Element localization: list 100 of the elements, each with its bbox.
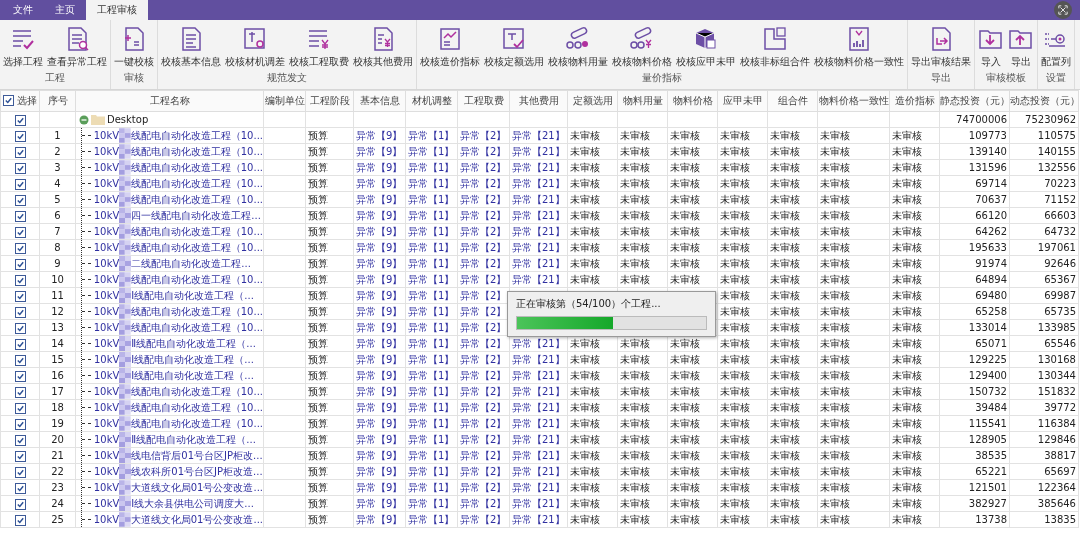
checkbox[interactable] bbox=[14, 418, 26, 430]
column-header[interactable]: 工程阶段 bbox=[305, 90, 354, 112]
checkbox[interactable] bbox=[14, 466, 26, 478]
ribbon-tab[interactable]: 主页 bbox=[44, 0, 86, 20]
table-cell[interactable]: 异常【2】 bbox=[457, 207, 510, 224]
checkbox[interactable] bbox=[14, 242, 26, 254]
table-cell[interactable]: Ⅱ线配电自动化改造工程（... bbox=[131, 432, 256, 447]
table-cell[interactable]: 异常【21】 bbox=[509, 463, 568, 480]
table-cell[interactable]: 10kV bbox=[94, 288, 120, 303]
table-cell[interactable]: 异常【1】 bbox=[405, 287, 458, 304]
column-header[interactable]: 动态投资（元） bbox=[1009, 90, 1079, 112]
ribbon-button[interactable]: 校核造价指标 bbox=[418, 24, 482, 71]
table-cell[interactable]: 异常【9】 bbox=[353, 303, 406, 320]
checkbox[interactable] bbox=[14, 370, 26, 382]
column-header[interactable]: 定额选用 bbox=[567, 90, 618, 112]
checkbox[interactable] bbox=[14, 306, 26, 318]
table-cell[interactable]: 10kV bbox=[93, 304, 120, 319]
table-cell[interactable]: 线配电自动化改造工程（10... bbox=[130, 240, 263, 255]
table-cell[interactable]: 10kV bbox=[93, 128, 120, 143]
checkbox[interactable] bbox=[14, 450, 26, 462]
table-cell[interactable]: 10kV bbox=[93, 416, 120, 431]
table-cell[interactable]: 异常【9】 bbox=[353, 415, 406, 432]
table-cell[interactable]: 异常【1】 bbox=[405, 319, 458, 336]
table-cell[interactable]: 异常【21】 bbox=[509, 271, 568, 288]
table-cell[interactable]: 异常【1】 bbox=[405, 335, 458, 352]
table-cell[interactable]: 异常【1】 bbox=[405, 303, 458, 320]
table-cell[interactable]: 10kV bbox=[93, 480, 120, 495]
column-header[interactable]: 静态投资（元） bbox=[939, 90, 1010, 112]
table-cell[interactable]: 线配电自动化改造工程（10... bbox=[130, 192, 263, 207]
table-cell[interactable]: 异常【9】 bbox=[353, 143, 406, 160]
table-cell[interactable]: 10kV bbox=[93, 160, 120, 175]
ribbon-button[interactable]: 校核物料价格一致性 bbox=[812, 24, 906, 71]
table-cell[interactable]: 异常【1】 bbox=[405, 511, 458, 528]
column-header[interactable]: 编制单位 bbox=[263, 90, 306, 112]
table-cell[interactable]: 线配电自动化改造工程（10... bbox=[130, 384, 263, 399]
checkbox[interactable] bbox=[14, 354, 26, 366]
table-cell[interactable]: 异常【21】 bbox=[509, 447, 568, 464]
table-cell[interactable]: 异常【21】 bbox=[509, 383, 568, 400]
table-cell[interactable]: 异常【1】 bbox=[405, 191, 458, 208]
table-cell[interactable]: 线电信背后01号台区JP柜改... bbox=[131, 448, 263, 463]
table-cell[interactable]: 异常【2】 bbox=[457, 191, 510, 208]
table-cell[interactable]: 异常【9】 bbox=[353, 271, 406, 288]
table-cell[interactable]: 线配电自动化改造工程（10... bbox=[130, 400, 263, 415]
ribbon-button[interactable]: 校核物料用量 bbox=[546, 24, 610, 71]
column-header[interactable]: 基本信息 bbox=[353, 90, 406, 112]
column-header[interactable]: 组合件 bbox=[767, 90, 818, 112]
table-cell[interactable]: 异常【2】 bbox=[457, 479, 510, 496]
ribbon-button[interactable]: 校核其他费用 bbox=[351, 24, 415, 71]
table-cell[interactable]: 异常【1】 bbox=[405, 255, 458, 272]
table-cell[interactable]: 异常【9】 bbox=[353, 207, 406, 224]
table-cell[interactable]: 异常【9】 bbox=[353, 431, 406, 448]
table-cell[interactable]: 异常【21】 bbox=[509, 207, 568, 224]
table-cell[interactable]: 10kV bbox=[94, 432, 120, 447]
column-header[interactable]: 其他费用 bbox=[509, 90, 568, 112]
table-cell[interactable]: 异常【2】 bbox=[457, 351, 510, 368]
ribbon-button[interactable]: 校核物料价格 bbox=[610, 24, 674, 71]
table-cell[interactable]: 异常【1】 bbox=[405, 367, 458, 384]
table-cell[interactable]: 线配电自动化改造工程（10... bbox=[130, 320, 263, 335]
table-cell[interactable]: 异常【21】 bbox=[509, 495, 568, 512]
checkbox[interactable] bbox=[3, 95, 14, 107]
table-cell[interactable]: 异常【9】 bbox=[353, 447, 406, 464]
table-cell[interactable]: 异常【2】 bbox=[457, 431, 510, 448]
table-cell[interactable]: 异常【2】 bbox=[457, 383, 510, 400]
table-cell[interactable]: 异常【21】 bbox=[509, 431, 568, 448]
table-cell[interactable]: 10kV bbox=[93, 224, 120, 239]
ribbon-button[interactable]: 导出 bbox=[1006, 24, 1036, 71]
table-cell[interactable]: 异常【1】 bbox=[405, 175, 458, 192]
fullscreen-button[interactable] bbox=[1054, 1, 1072, 19]
table-cell[interactable]: 线配电自动化改造工程（10... bbox=[130, 176, 263, 191]
checkbox[interactable] bbox=[14, 274, 26, 286]
table-cell[interactable]: 10kV bbox=[93, 192, 120, 207]
table-cell[interactable]: 异常【21】 bbox=[509, 175, 568, 192]
column-header[interactable]: 物料用量 bbox=[617, 90, 668, 112]
collapse-icon[interactable] bbox=[79, 114, 89, 125]
checkbox[interactable] bbox=[14, 210, 26, 222]
table-cell[interactable]: 线农科所01号台区JP柜改造... bbox=[131, 464, 263, 479]
table-cell[interactable]: 异常【1】 bbox=[405, 159, 458, 176]
table-cell[interactable]: 异常【1】 bbox=[405, 383, 458, 400]
table-cell[interactable]: 异常【1】 bbox=[405, 415, 458, 432]
table-cell[interactable]: 异常【2】 bbox=[457, 495, 510, 512]
ribbon-button[interactable]: 校核定额选用 bbox=[482, 24, 546, 71]
table-cell[interactable]: 异常【9】 bbox=[353, 335, 406, 352]
table-cell[interactable]: 10kV bbox=[94, 256, 120, 271]
checkbox[interactable] bbox=[14, 338, 26, 350]
ribbon-button[interactable]: 选择工程 bbox=[1, 24, 45, 71]
table-cell[interactable]: 异常【2】 bbox=[457, 415, 510, 432]
table-cell[interactable]: 异常【2】 bbox=[457, 511, 510, 528]
table-cell[interactable]: 10kV bbox=[93, 144, 120, 159]
table-cell[interactable]: 10kV bbox=[94, 464, 120, 479]
table-cell[interactable]: 异常【9】 bbox=[353, 463, 406, 480]
ribbon-button[interactable]: 导入 bbox=[976, 24, 1006, 71]
table-cell[interactable]: 异常【9】 bbox=[353, 351, 406, 368]
table-cell[interactable]: 10kV bbox=[93, 240, 120, 255]
column-header[interactable]: 序号 bbox=[39, 90, 76, 112]
table-cell[interactable]: 异常【9】 bbox=[353, 223, 406, 240]
table-cell[interactable]: 异常【9】 bbox=[353, 287, 406, 304]
table-cell[interactable]: 异常【2】 bbox=[457, 255, 510, 272]
table-cell[interactable]: 异常【2】 bbox=[457, 399, 510, 416]
column-header[interactable]: 应甲未甲 bbox=[717, 90, 768, 112]
table-cell[interactable]: 异常【1】 bbox=[405, 351, 458, 368]
